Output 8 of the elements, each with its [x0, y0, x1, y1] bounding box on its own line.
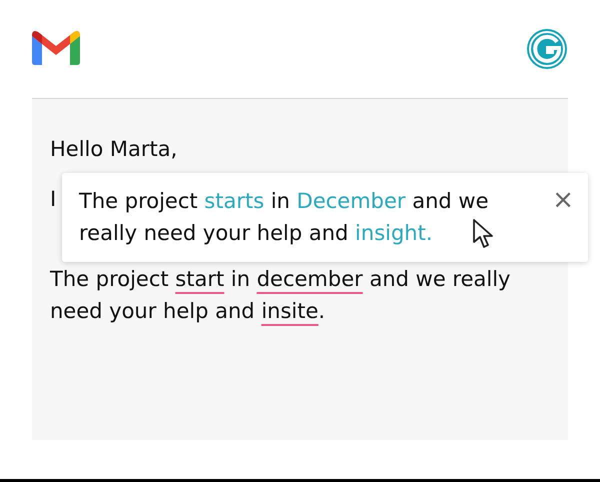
close-button[interactable]: ×	[552, 187, 574, 213]
mail-logo-icon	[32, 30, 80, 66]
greeting-text: Hello Marta,	[50, 136, 178, 163]
suggestion-text[interactable]: The project starts in December and we really need your help and insight.	[79, 185, 519, 249]
partial-text: I	[50, 186, 56, 213]
grammar-logo-icon[interactable]	[526, 28, 568, 70]
cursor-icon	[472, 219, 496, 249]
email-paragraph: The project start in december and we really need your help and insite.	[50, 266, 512, 325]
